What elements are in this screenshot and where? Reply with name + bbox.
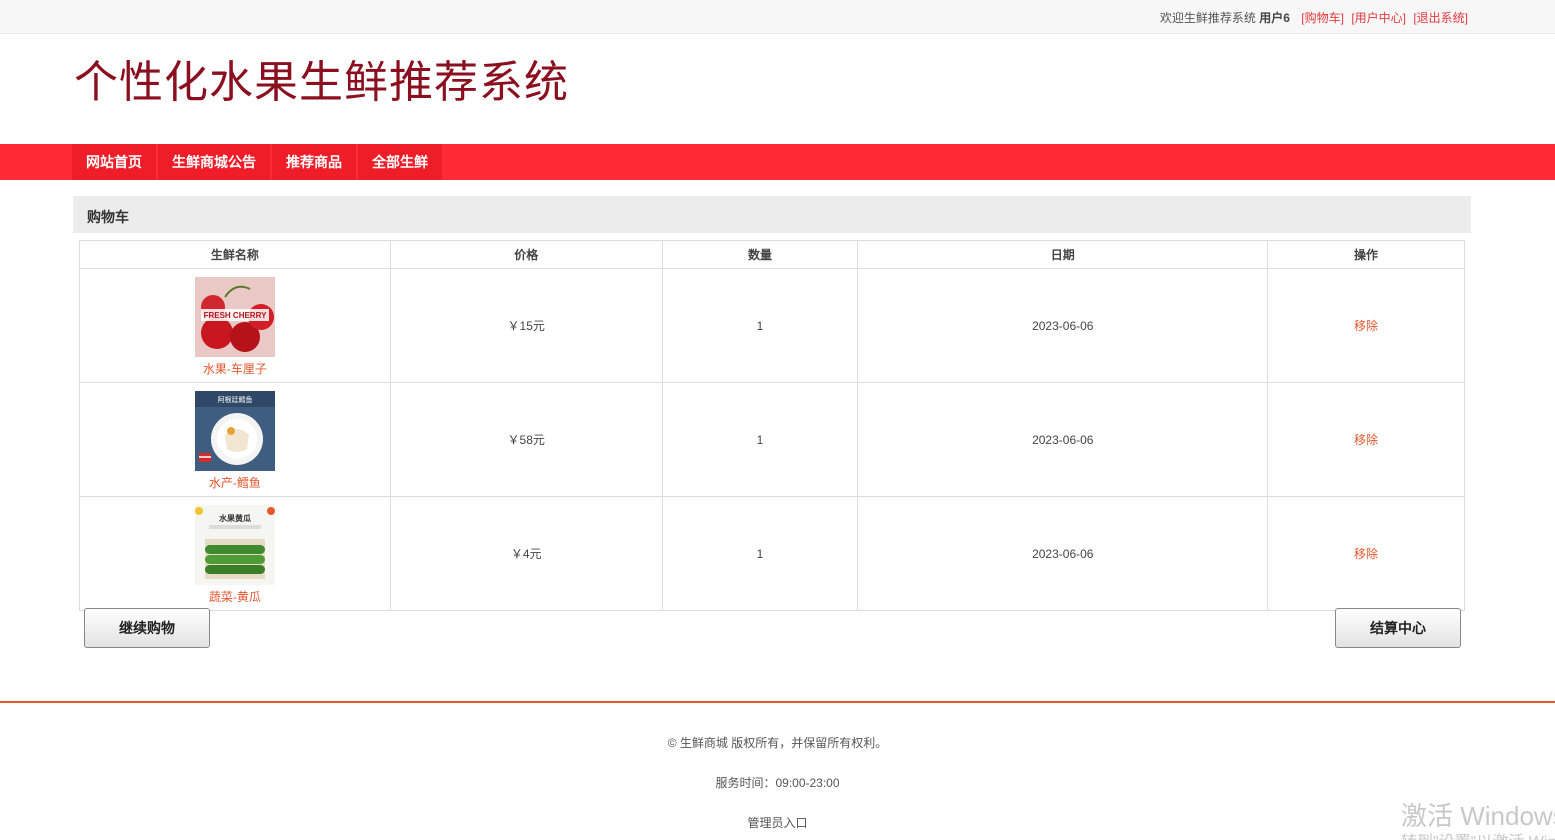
date-cell: 2023-06-06 <box>857 268 1269 383</box>
user-center-link[interactable]: [用户中心] <box>1351 11 1406 25</box>
svg-text:水果黄瓜: 水果黄瓜 <box>218 513 251 523</box>
remove-link[interactable]: 移除 <box>1354 319 1378 333</box>
qty-cell: 1 <box>661 382 859 497</box>
cod-product-image[interactable]: 阿根廷鳕鱼 <box>194 391 275 471</box>
footer-copyright: © 生鲜商城 版权所有，并保留所有权利。 <box>667 736 888 750</box>
user-links: 欢迎生鲜推荐系统 用户6 [购物车] [用户中心] [退出系统] <box>1160 9 1468 26</box>
cart-heading-bar: 购物车 <box>73 196 1471 233</box>
qty-cell: 1 <box>661 496 859 611</box>
nav-announcements[interactable]: 生鲜商城公告 <box>158 144 270 180</box>
cart-heading: 购物车 <box>87 209 129 225</box>
nav-all-products[interactable]: 全部生鲜 <box>358 144 442 180</box>
footer-hours: 服务时间：09:00-23:00 <box>715 776 840 790</box>
product-cell: 水果黄瓜 蔬菜-黄瓜 <box>79 496 391 611</box>
top-bar: 欢迎生鲜推荐系统 用户6 [购物车] [用户中心] [退出系统] <box>0 0 1555 34</box>
table-row: 水果黄瓜 蔬菜-黄瓜 ￥4元 1 2023-06-06 移除 <box>79 496 1465 611</box>
table-row: 阿根廷鳕鱼 水产-鳕鱼 ￥58元 1 2023-06-06 移除 <box>79 382 1465 497</box>
welcome-text: 欢迎生鲜推荐系统 <box>1159 11 1256 25</box>
price-cell: ￥4元 <box>389 496 663 611</box>
cart-table: 生鲜名称 价格 数量 日期 操作 FRESH CHERRY 水果-车厘子 ￥15… <box>79 240 1465 611</box>
price-cell: ￥15元 <box>389 268 663 383</box>
product-cell: 阿根廷鳕鱼 水产-鳕鱼 <box>79 382 391 497</box>
product-name-link[interactable]: 水果-车厘子 <box>81 360 389 377</box>
table-header-row: 生鲜名称 价格 数量 日期 操作 <box>79 240 1465 269</box>
cucumber-product-image[interactable]: 水果黄瓜 <box>194 505 275 585</box>
continue-shopping-button[interactable]: 继续购物 <box>84 608 210 648</box>
date-cell: 2023-06-06 <box>857 382 1269 497</box>
logout-link[interactable]: [退出系统] <box>1413 11 1468 25</box>
table-row: FRESH CHERRY 水果-车厘子 ￥15元 1 2023-06-06 移除 <box>79 268 1465 383</box>
username: 用户6 <box>1259 11 1290 25</box>
nav-home[interactable]: 网站首页 <box>72 144 156 180</box>
product-name-link[interactable]: 水产-鳕鱼 <box>81 474 389 491</box>
action-cell: 移除 <box>1267 496 1465 611</box>
remove-link[interactable]: 移除 <box>1354 433 1378 447</box>
action-cell: 移除 <box>1267 382 1465 497</box>
site-title: 个性化水果生鲜推荐系统 <box>74 58 569 107</box>
col-header-qty: 数量 <box>661 240 859 269</box>
main-nav: 网站首页 生鲜商城公告 推荐商品 全部生鲜 <box>0 144 1555 180</box>
footer-admin: 管理员入口 <box>0 814 1555 831</box>
col-header-price: 价格 <box>389 240 663 269</box>
cart-link[interactable]: [购物车] <box>1301 11 1344 25</box>
action-cell: 移除 <box>1267 268 1465 383</box>
admin-entry-link[interactable]: 管理员入口 <box>747 816 807 830</box>
col-header-name: 生鲜名称 <box>79 240 391 269</box>
col-header-action: 操作 <box>1267 240 1465 269</box>
svg-text:阿根廷鳕鱼: 阿根廷鳕鱼 <box>217 395 252 404</box>
col-header-date: 日期 <box>857 240 1269 269</box>
footer-divider <box>0 701 1555 703</box>
nav-recommended[interactable]: 推荐商品 <box>272 144 356 180</box>
checkout-button[interactable]: 结算中心 <box>1335 608 1461 648</box>
product-cell: FRESH CHERRY 水果-车厘子 <box>79 268 391 383</box>
date-cell: 2023-06-06 <box>857 496 1269 611</box>
product-name-link[interactable]: 蔬菜-黄瓜 <box>81 588 389 605</box>
price-cell: ￥58元 <box>389 382 663 497</box>
svg-text:FRESH CHERRY: FRESH CHERRY <box>203 311 266 320</box>
remove-link[interactable]: 移除 <box>1354 547 1378 561</box>
qty-cell: 1 <box>661 268 859 383</box>
cherry-product-image[interactable]: FRESH CHERRY <box>194 277 275 357</box>
